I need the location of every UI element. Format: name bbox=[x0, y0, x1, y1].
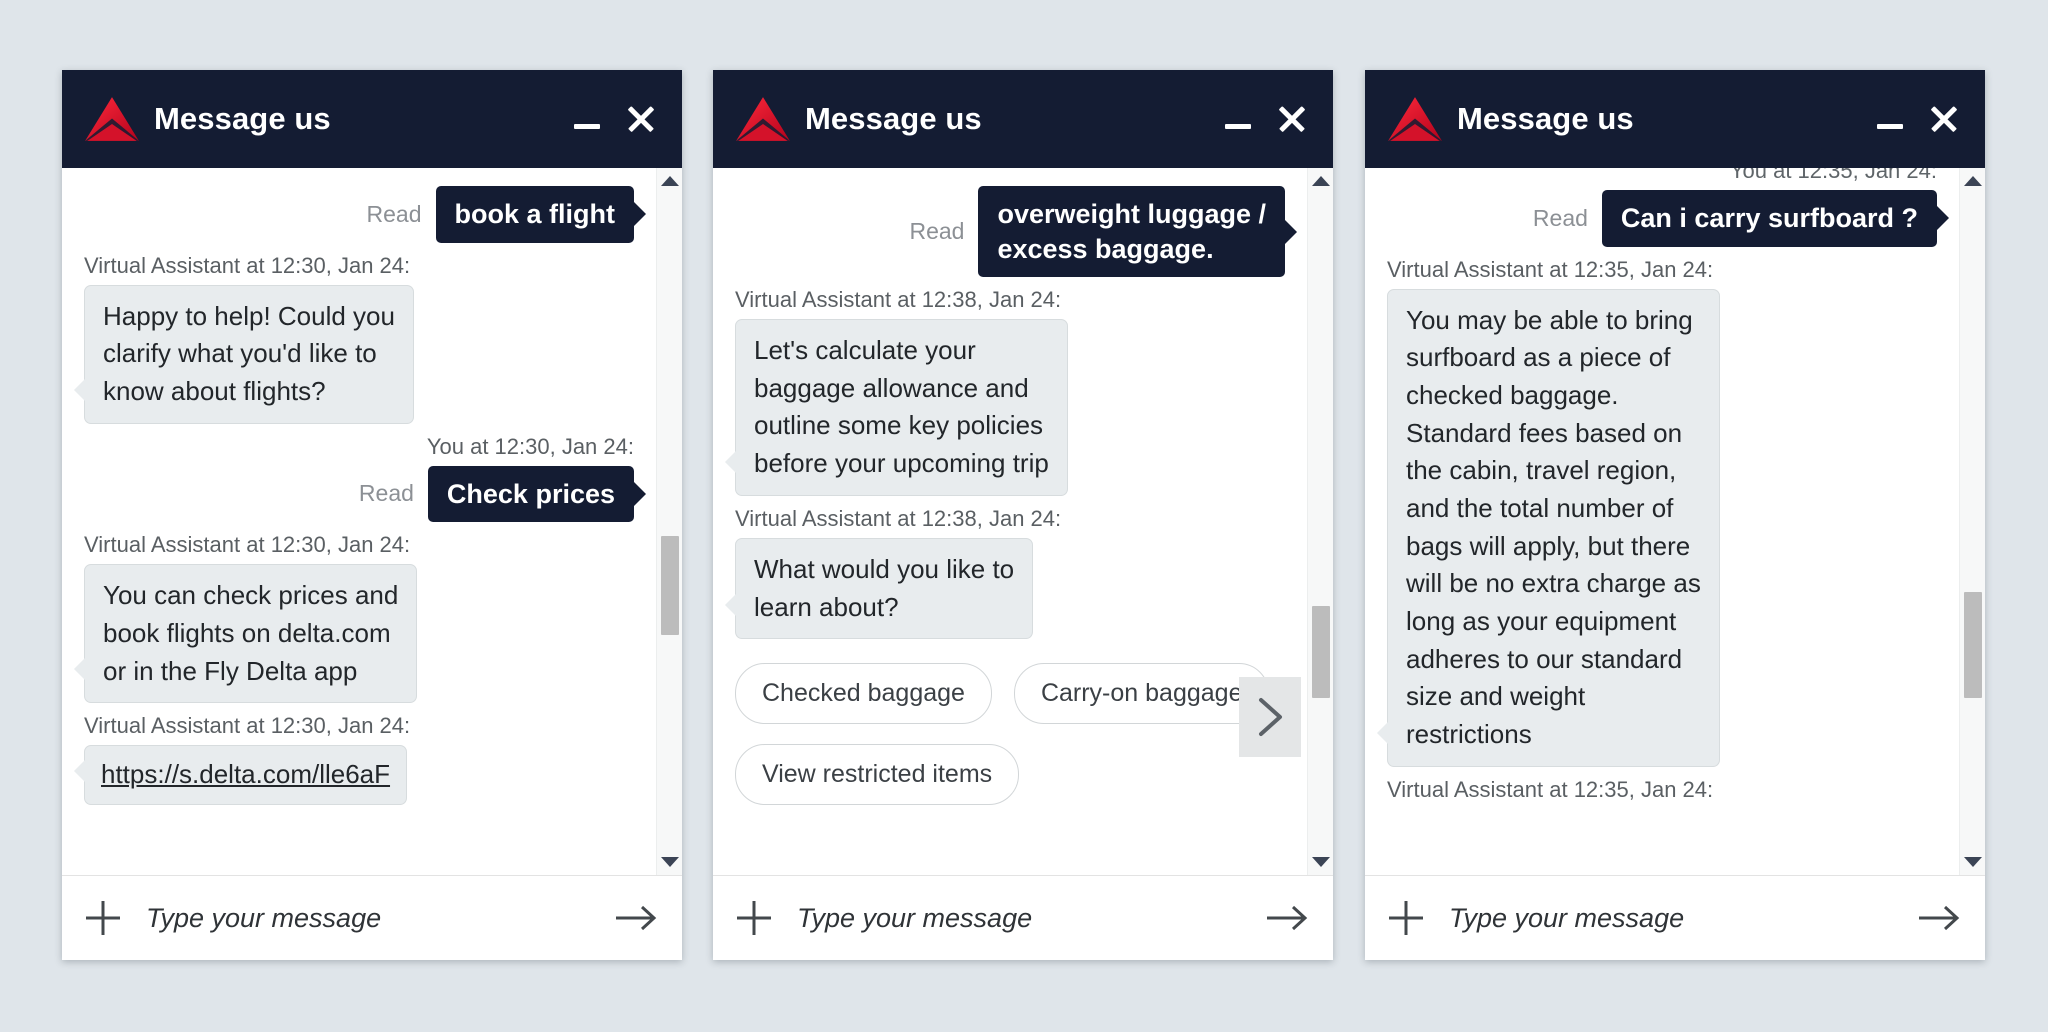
message-list: Read overweight luggage / excess baggage… bbox=[713, 168, 1307, 875]
message-meta: Virtual Assistant at 12:30, Jan 24: bbox=[84, 713, 411, 739]
message-list: You at 12:35, Jan 24: Read Can i carry s… bbox=[1365, 168, 1959, 875]
scroll-down-icon[interactable] bbox=[1963, 857, 1982, 867]
transcript-scrollbar[interactable] bbox=[1959, 168, 1985, 875]
transcript-scrollbar[interactable] bbox=[1307, 168, 1333, 875]
message-input[interactable] bbox=[791, 902, 1245, 934]
plus-icon[interactable] bbox=[737, 901, 771, 935]
bot-message-bubble: You may be able to bring surfboard as a … bbox=[1377, 288, 1720, 767]
read-status: Read bbox=[358, 480, 414, 507]
message-row-user: Read Check prices bbox=[84, 465, 634, 523]
scroll-up-icon[interactable] bbox=[660, 176, 679, 186]
titlebar: Message us bbox=[62, 70, 682, 168]
message-composer bbox=[62, 876, 682, 960]
message-meta: Virtual Assistant at 12:35, Jan 24: bbox=[1387, 776, 1714, 802]
transcript-area: Read overweight luggage / excess baggage… bbox=[713, 168, 1333, 876]
delta-triangle-logo bbox=[736, 97, 790, 141]
chat-widget-panel-1: Message us Read book a flight Virtual As… bbox=[62, 70, 682, 960]
transcript-area: You at 12:35, Jan 24: Read Can i carry s… bbox=[1365, 168, 1985, 876]
plus-icon[interactable] bbox=[1389, 901, 1423, 935]
message-row-user: Read book a flight bbox=[84, 186, 634, 243]
transcript-area: Read book a flight Virtual Assistant at … bbox=[62, 168, 682, 876]
quick-reply-row: View restricted items bbox=[735, 744, 1285, 806]
message-row-user: Read overweight luggage / excess baggage… bbox=[735, 186, 1285, 278]
read-status: Read bbox=[1532, 204, 1588, 231]
message-composer bbox=[713, 876, 1333, 960]
bot-message-bubble: What would you like to learn about? bbox=[724, 537, 1034, 640]
scrollbar-thumb[interactable] bbox=[1312, 606, 1330, 699]
delta-triangle-logo bbox=[1388, 97, 1442, 141]
chat-widget-panel-3: Message us You at 12:35, Jan 24: Read Ca… bbox=[1365, 70, 1985, 960]
minimize-icon[interactable] bbox=[574, 123, 600, 129]
message-input[interactable] bbox=[140, 902, 594, 934]
scrollbar-thumb[interactable] bbox=[661, 535, 679, 635]
titlebar: Message us bbox=[713, 70, 1333, 168]
chat-widget-panel-2: Message us Read overweight luggage / exc… bbox=[713, 70, 1333, 960]
scroll-down-icon[interactable] bbox=[660, 857, 679, 867]
close-icon[interactable] bbox=[626, 104, 656, 134]
message-meta: Virtual Assistant at 12:38, Jan 24: bbox=[735, 505, 1062, 531]
arrow-right-icon[interactable] bbox=[614, 903, 658, 933]
scrollbar-thumb[interactable] bbox=[1964, 592, 1982, 699]
quick-reply-row: Checked baggage Carry-on baggage bbox=[735, 663, 1285, 725]
page-title: Message us bbox=[805, 101, 982, 136]
read-status: Read bbox=[366, 200, 422, 227]
message-list: Read book a flight Virtual Assistant at … bbox=[62, 168, 656, 875]
bot-message-bubble: You can check prices and book flights on… bbox=[73, 564, 418, 704]
quick-reply-checked-baggage[interactable]: Checked baggage bbox=[735, 663, 992, 725]
minimize-icon[interactable] bbox=[1877, 123, 1903, 129]
user-message-bubble: Can i carry surfboard ? bbox=[1601, 190, 1937, 247]
message-meta: You at 12:30, Jan 24: bbox=[426, 433, 634, 459]
message-input[interactable] bbox=[1443, 902, 1897, 934]
window-controls bbox=[1877, 104, 1959, 134]
transcript-scrollbar[interactable] bbox=[656, 168, 682, 875]
minimize-icon[interactable] bbox=[1225, 123, 1251, 129]
message-composer bbox=[1365, 876, 1985, 960]
quick-reply-carousel: Checked baggage Carry-on baggage View re… bbox=[735, 663, 1301, 806]
plus-icon[interactable] bbox=[86, 901, 120, 935]
quick-reply-carry-on-baggage[interactable]: Carry-on baggage bbox=[1013, 663, 1270, 725]
window-controls bbox=[1225, 104, 1307, 134]
message-meta: Virtual Assistant at 12:38, Jan 24: bbox=[735, 287, 1062, 313]
arrow-right-icon[interactable] bbox=[1917, 903, 1961, 933]
read-status: Read bbox=[909, 218, 965, 245]
bot-message-bubble: Let's calculate your baggage allowance a… bbox=[725, 319, 1068, 496]
close-icon[interactable] bbox=[1929, 104, 1959, 134]
message-row-user: Read Can i carry surfboard ? bbox=[1387, 190, 1937, 247]
page-title: Message us bbox=[1457, 101, 1634, 136]
bot-message-bubble-link: https://s.delta.com/lle6aF bbox=[73, 745, 408, 805]
quick-reply-view-restricted-items[interactable]: View restricted items bbox=[735, 744, 1020, 806]
page-title: Message us bbox=[154, 101, 331, 136]
bot-message-bubble: Happy to help! Could you clarify what yo… bbox=[74, 284, 414, 424]
scroll-up-icon[interactable] bbox=[1963, 176, 1982, 186]
message-meta: Virtual Assistant at 12:30, Jan 24: bbox=[84, 532, 411, 558]
delta-triangle-logo bbox=[85, 97, 139, 141]
window-controls bbox=[574, 104, 656, 134]
titlebar: Message us bbox=[1365, 70, 1985, 168]
chevron-right-icon[interactable] bbox=[1239, 677, 1301, 758]
user-message-bubble: Check prices bbox=[427, 465, 634, 523]
scroll-down-icon[interactable] bbox=[1311, 857, 1330, 867]
delta-short-link[interactable]: https://s.delta.com/lle6aF bbox=[101, 759, 390, 789]
message-meta: Virtual Assistant at 12:30, Jan 24: bbox=[84, 252, 411, 278]
message-meta: Virtual Assistant at 12:35, Jan 24: bbox=[1387, 256, 1714, 282]
close-icon[interactable] bbox=[1277, 104, 1307, 134]
arrow-right-icon[interactable] bbox=[1265, 903, 1309, 933]
user-message-bubble: book a flight bbox=[435, 186, 634, 243]
message-meta-clipped: You at 12:35, Jan 24: bbox=[1729, 168, 1937, 183]
scroll-up-icon[interactable] bbox=[1311, 176, 1330, 186]
user-message-bubble: overweight luggage / excess baggage. bbox=[978, 186, 1285, 278]
screenshot-stage: Message us Read book a flight Virtual As… bbox=[0, 0, 2048, 1032]
